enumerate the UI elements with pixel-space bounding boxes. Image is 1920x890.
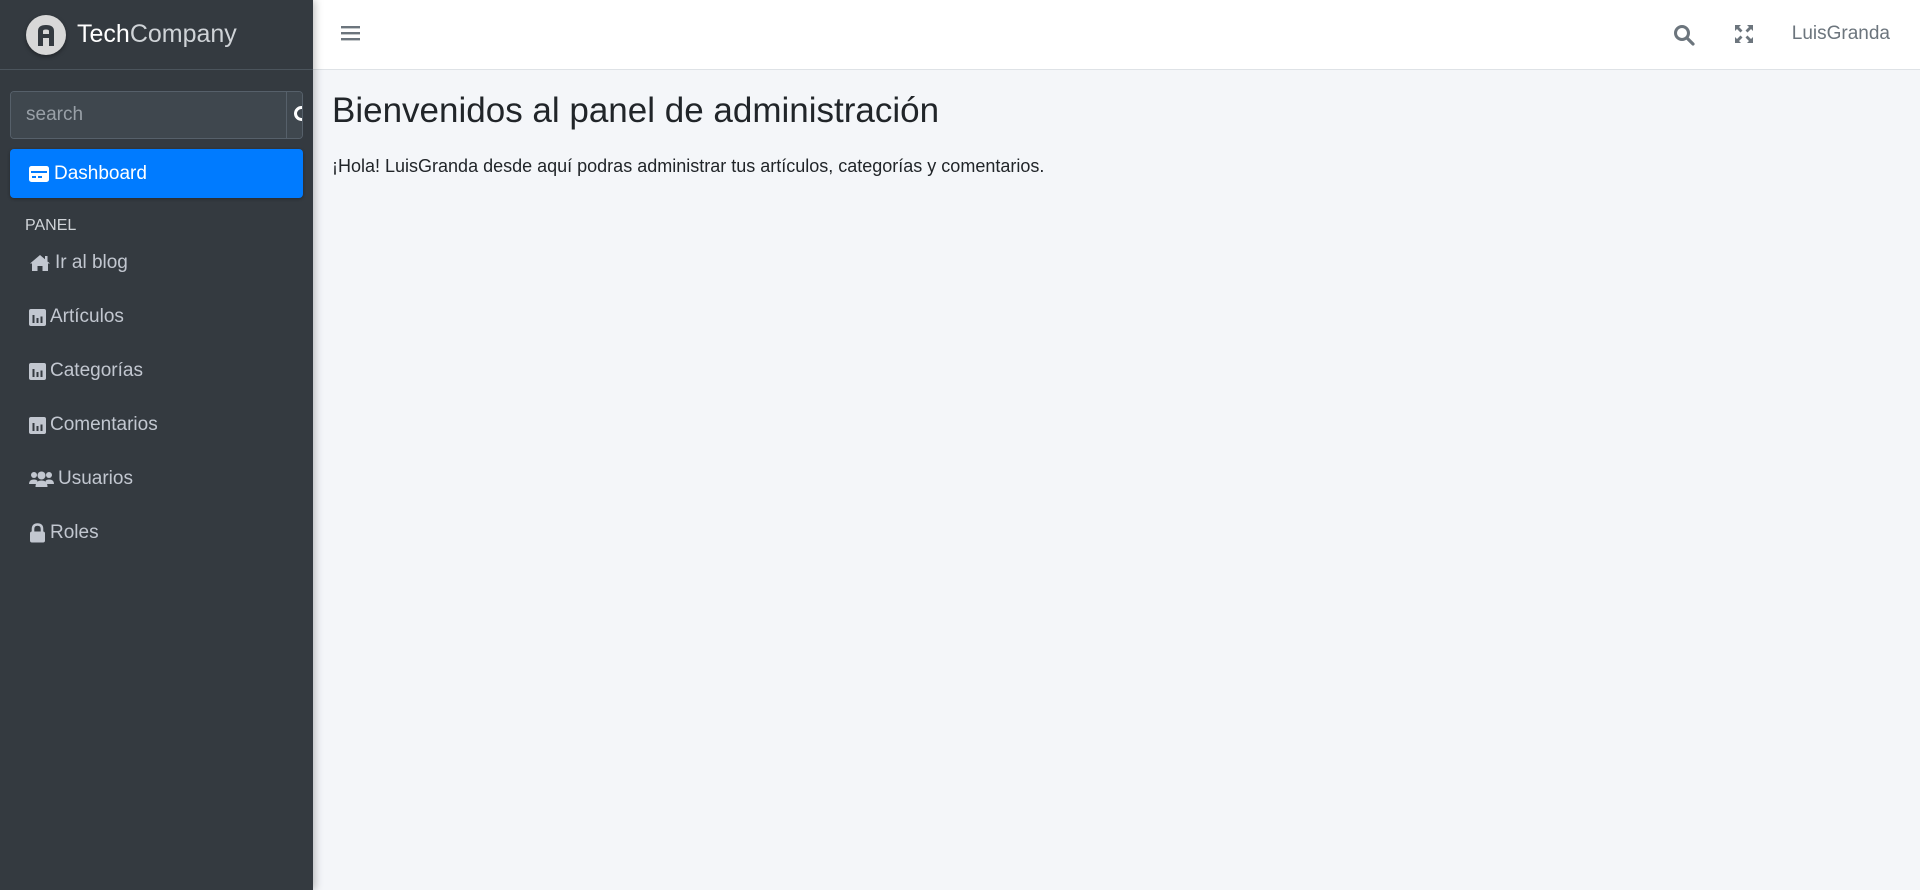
search-input[interactable] — [11, 92, 286, 138]
sidebar-search — [10, 91, 303, 139]
sidebar-item-label: Usuarios — [58, 468, 133, 489]
menu-toggle-button[interactable] — [341, 24, 360, 42]
users-icon — [29, 470, 54, 488]
brand-link[interactable]: TechCompany — [0, 0, 313, 70]
sidebar-item-label: Artículos — [50, 306, 124, 327]
expand-icon — [1735, 25, 1753, 43]
sidebar-item-label: Dashboard — [54, 162, 147, 184]
sidebar-item-ir-al-blog[interactable]: Ir al blog — [0, 236, 313, 290]
fullscreen-button[interactable] — [1734, 24, 1754, 44]
search-icon — [1674, 25, 1695, 46]
top-navbar: LuisGranda — [313, 0, 1920, 70]
page-title: Bienvenidos al panel de administración — [332, 91, 940, 130]
sidebar-item-comentarios[interactable]: Comentarios — [0, 398, 313, 452]
dashboard-icon — [29, 165, 49, 182]
navbar-search-button[interactable] — [1673, 24, 1695, 46]
sidebar: TechCompany Dashboard PANEL — [0, 0, 313, 890]
chart-icon — [29, 308, 46, 326]
sidebar-item-label: Roles — [50, 522, 99, 543]
brand-name-light: Company — [129, 20, 237, 48]
lock-icon — [29, 523, 46, 543]
sidebar-item-label: Ir al blog — [55, 252, 128, 273]
user-menu[interactable]: LuisGranda — [1792, 23, 1890, 45]
chart-icon — [29, 416, 46, 434]
sidebar-item-articulos[interactable]: Artículos — [0, 290, 313, 344]
home-icon — [29, 254, 51, 272]
sidebar-item-usuarios[interactable]: Usuarios — [0, 452, 313, 506]
brand-logo-icon — [26, 14, 66, 55]
hamburger-icon — [341, 26, 360, 41]
welcome-text: ¡Hola! LuisGranda desde aquí podras admi… — [332, 156, 1045, 176]
sidebar-item-dashboard[interactable]: Dashboard — [10, 149, 303, 198]
search-icon — [294, 106, 302, 121]
brand-name-bold: Tech — [77, 20, 130, 48]
chart-icon — [29, 362, 46, 380]
sidebar-item-categorias[interactable]: Categorías — [0, 344, 313, 398]
sidebar-item-label: Comentarios — [50, 414, 158, 435]
sidebar-item-label: Categorías — [50, 360, 143, 381]
main-content: Bienvenidos al panel de administración ¡… — [313, 70, 1920, 890]
sidebar-section-header: PANEL — [25, 217, 77, 234]
brand-text: TechCompany — [77, 20, 237, 49]
search-button[interactable] — [286, 92, 302, 138]
sidebar-item-roles[interactable]: Roles — [0, 506, 313, 560]
